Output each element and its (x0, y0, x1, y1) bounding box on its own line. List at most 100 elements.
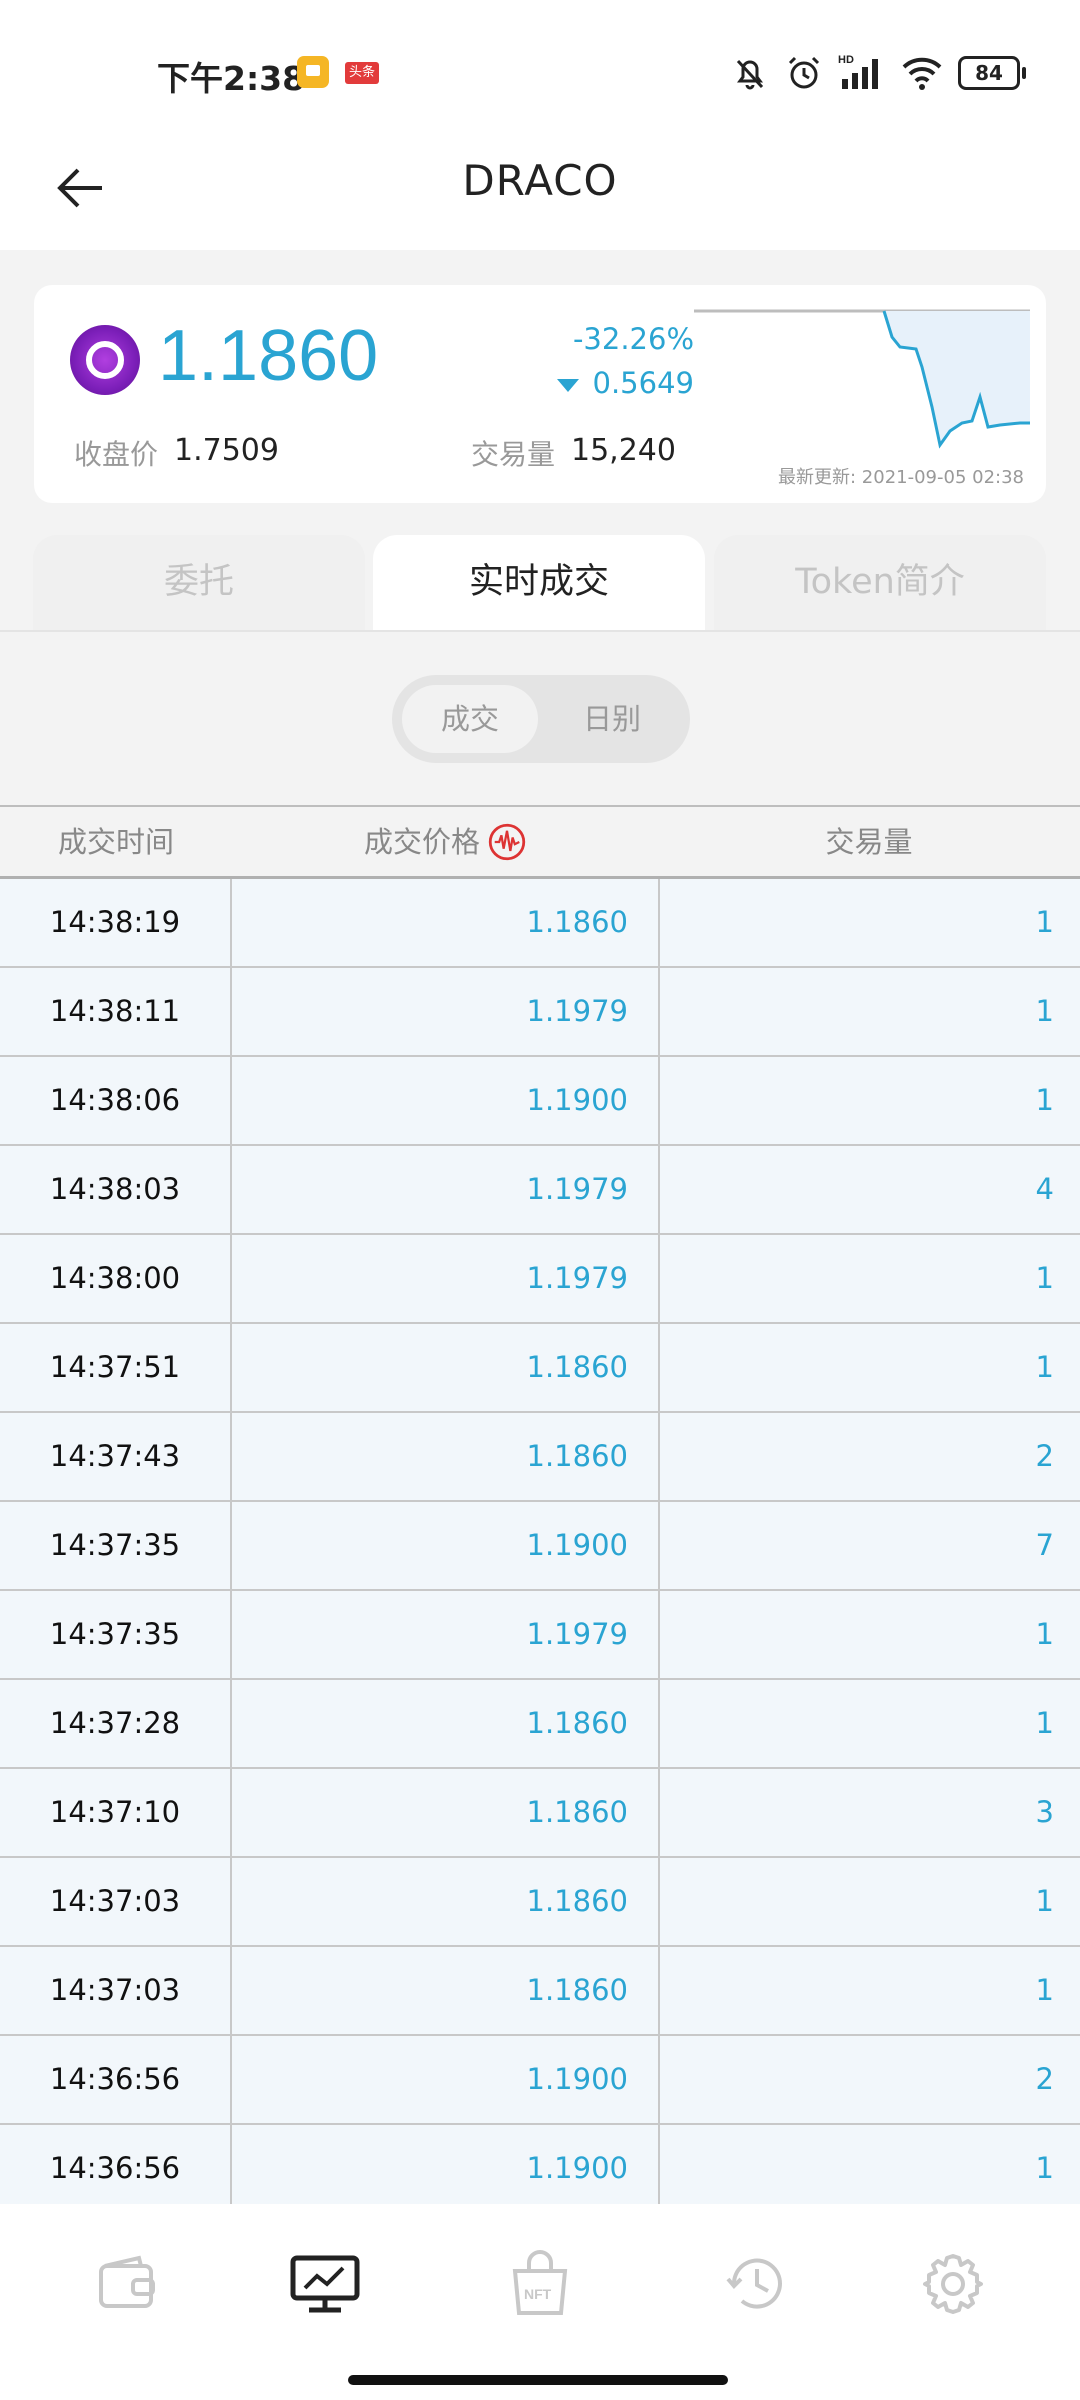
trade-time-cell: 14:37:28 (0, 1680, 232, 1767)
tabs-divider (0, 630, 1080, 632)
nav-nft[interactable]: NFT (495, 2244, 585, 2324)
volume-label: 交易量 (471, 438, 556, 471)
status-bar: 下午2:38 头条 HD 84 (0, 0, 1080, 120)
trade-price-cell: 1.1860 (232, 1324, 660, 1411)
table-row[interactable]: 14:38:06 1.1900 1 (0, 1057, 1080, 1146)
nav-settings[interactable] (908, 2244, 998, 2324)
segment-daily[interactable]: 日别 (544, 685, 680, 753)
app-header: DRACO (0, 120, 1080, 250)
close-price-label: 收盘价 (74, 438, 159, 471)
trade-volume-cell: 3 (1035, 1795, 1054, 1829)
alarm-icon (788, 56, 820, 89)
table-row[interactable]: 14:37:10 1.1860 3 (0, 1769, 1080, 1858)
table-row[interactable]: 14:37:35 1.1900 7 (0, 1502, 1080, 1591)
draco-token-logo-icon (70, 325, 140, 395)
trade-time-cell: 14:38:00 (0, 1235, 232, 1322)
trade-price-cell: 1.1979 (232, 1146, 660, 1233)
trade-volume-cell: 1 (1035, 1706, 1054, 1740)
table-row[interactable]: 14:37:35 1.1979 1 (0, 1591, 1080, 1680)
nav-wallet[interactable] (82, 2244, 172, 2324)
trade-volume-cell: 1 (1035, 994, 1054, 1028)
nft-bag-icon: NFT (512, 2250, 568, 2315)
price-sparkline[interactable] (694, 297, 1030, 477)
table-row[interactable]: 14:37:43 1.1860 2 (0, 1413, 1080, 1502)
price-change-amount-value: 0.5649 (592, 366, 694, 400)
trade-time-cell: 14:36:56 (0, 2036, 232, 2123)
trade-price-cell: 1.1900 (232, 2125, 660, 2204)
current-price: 1.1860 (158, 316, 379, 396)
price-change-percent: -32.26% (572, 322, 694, 356)
trade-time-cell: 14:37:35 (0, 1591, 232, 1678)
trades-table-body: 14:38:19 1.1860 1 14:38:11 1.1979 1 14:38:06 1.… (0, 879, 1080, 2204)
table-header: 成交时间 成交价格 交易量 (0, 807, 1080, 877)
settings-gear-icon (923, 2254, 983, 2314)
table-row[interactable]: 14:37:03 1.1860 1 (0, 1947, 1080, 2036)
trade-price-cell: 1.1979 (232, 1591, 660, 1678)
trade-volume-cell: 1 (1035, 905, 1054, 939)
table-row[interactable]: 14:37:03 1.1860 1 (0, 1858, 1080, 1947)
trade-time-cell: 14:37:51 (0, 1324, 232, 1411)
wifi-icon (902, 57, 942, 90)
trade-volume-cell: 1 (1035, 1617, 1054, 1651)
toutiao-badge-icon: 头条 (345, 62, 379, 84)
status-icons: HD 84 (730, 50, 1026, 96)
header-trade-time: 成交时间 (57, 825, 174, 859)
trade-volume-cell: 1 (1035, 1884, 1054, 1918)
close-price-value: 1.7509 (174, 433, 279, 468)
page-title: DRACO (462, 156, 618, 205)
table-row[interactable]: 14:38:19 1.1860 1 (0, 879, 1080, 968)
trade-price-cell: 1.1860 (232, 1947, 660, 2034)
tab-token-intro[interactable]: Token简介 (714, 535, 1046, 630)
table-row[interactable]: 14:38:11 1.1979 1 (0, 968, 1080, 1057)
trade-time-cell: 14:38:06 (0, 1057, 232, 1144)
history-icon (726, 2258, 782, 2309)
trade-price-cell: 1.1900 (232, 2036, 660, 2123)
trade-time-cell: 14:37:43 (0, 1413, 232, 1500)
trade-volume-cell: 2 (1035, 2062, 1054, 2096)
trade-price-cell: 1.1900 (232, 1057, 660, 1144)
bottom-nav: NFT (0, 2204, 1080, 2400)
trade-time-cell: 14:36:56 (0, 2125, 232, 2204)
waveform-icon[interactable] (488, 823, 526, 861)
nft-label: NFT (524, 2286, 552, 2302)
tab-orders[interactable]: 委托 (33, 535, 365, 630)
trade-time-cell: 14:37:10 (0, 1769, 232, 1856)
trade-time-cell: 14:38:11 (0, 968, 232, 1055)
table-row[interactable]: 14:38:00 1.1979 1 (0, 1235, 1080, 1324)
svg-text:HD: HD (838, 54, 854, 66)
tab-realtime-trades[interactable]: 实时成交 (373, 535, 705, 630)
tab-bar: 委托 实时成交 Token简介 (0, 535, 1080, 630)
trade-volume-cell: 1 (1035, 1350, 1054, 1384)
chart-monitor-icon (290, 2255, 360, 2313)
trade-price-cell: 1.1860 (232, 879, 660, 966)
trade-volume-cell: 2 (1035, 1439, 1054, 1473)
trade-volume-cell: 7 (1035, 1528, 1054, 1562)
trade-time-cell: 14:38:03 (0, 1146, 232, 1233)
status-time: 下午2:38 (157, 59, 306, 98)
price-change-amount: 0.5649 (514, 366, 694, 400)
trade-price-cell: 1.1979 (232, 1235, 660, 1322)
trade-price-cell: 1.1860 (232, 1858, 660, 1945)
home-indicator[interactable] (348, 2375, 728, 2385)
trade-time-cell: 14:37:03 (0, 1947, 232, 2034)
table-row[interactable]: 14:36:56 1.1900 2 (0, 2036, 1080, 2125)
notification-app-icon (297, 56, 329, 88)
last-updated: 最新更新: 2021-09-05 02:38 (778, 467, 1024, 488)
nav-market[interactable] (280, 2244, 370, 2324)
signal-icon: HD (838, 54, 878, 89)
nav-history[interactable] (712, 2244, 802, 2324)
segmented-control: 成交 日别 (392, 675, 690, 763)
trade-price-cell: 1.1900 (232, 1502, 660, 1589)
volume-value: 15,240 (571, 433, 676, 468)
trade-volume-cell: 1 (1035, 1973, 1054, 2007)
trade-price-cell: 1.1979 (232, 968, 660, 1055)
table-row[interactable]: 14:37:28 1.1860 1 (0, 1680, 1080, 1769)
table-row[interactable]: 14:36:56 1.1900 1 (0, 2125, 1080, 2204)
trade-price-cell: 1.1860 (232, 1769, 660, 1856)
price-card: 1.1860 -32.26% 0.5649 收盘价 1.7509 交易量 15,… (34, 285, 1046, 503)
segment-trades[interactable]: 成交 (402, 685, 538, 753)
trade-volume-cell: 1 (1035, 1261, 1054, 1295)
table-row[interactable]: 14:37:51 1.1860 1 (0, 1324, 1080, 1413)
down-triangle-icon (556, 378, 579, 392)
table-row[interactable]: 14:38:03 1.1979 4 (0, 1146, 1080, 1235)
